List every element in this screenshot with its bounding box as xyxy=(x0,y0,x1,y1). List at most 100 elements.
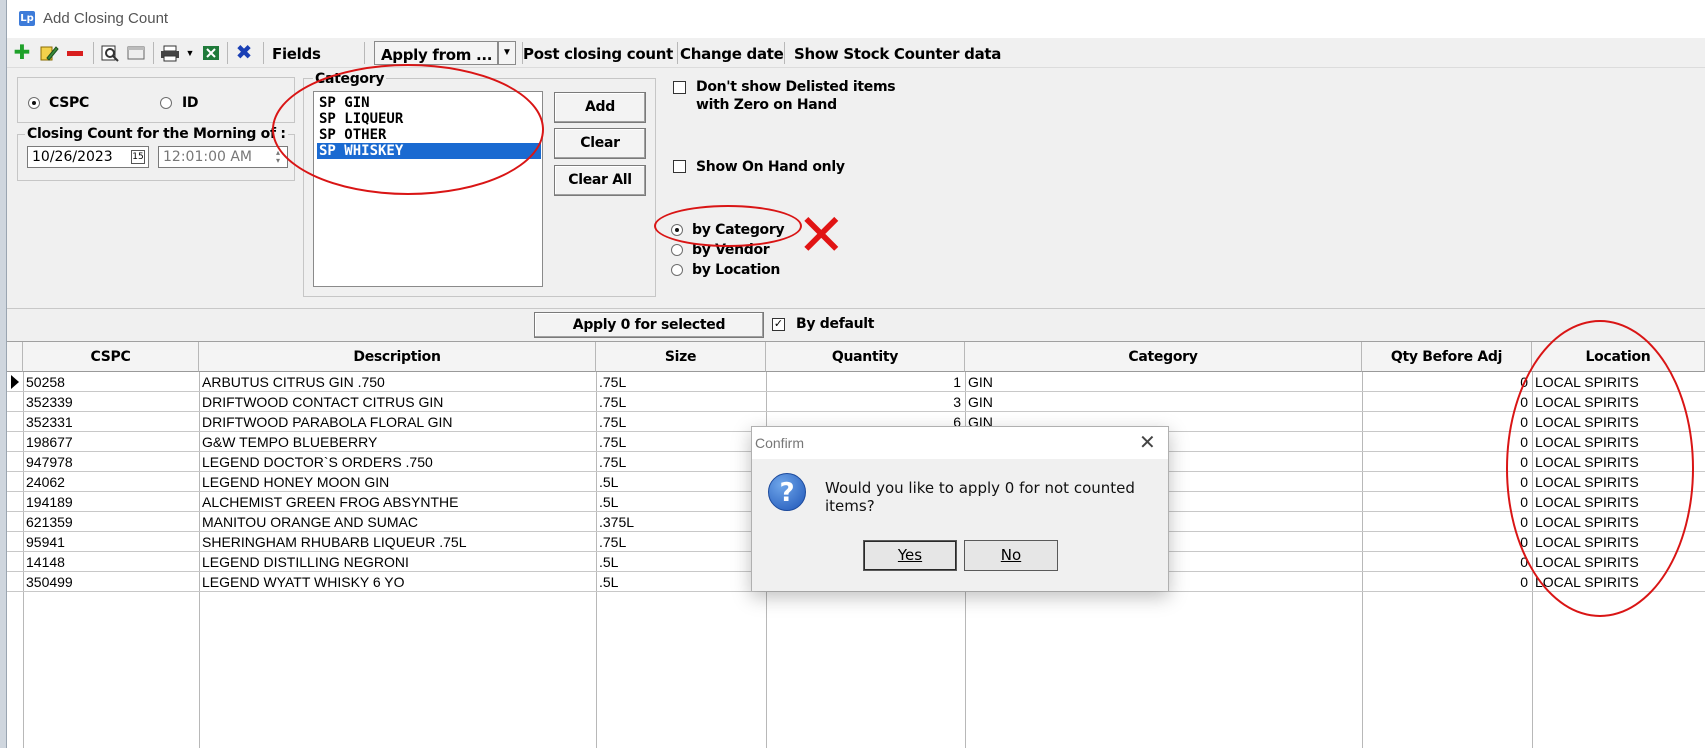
preview-icon[interactable] xyxy=(100,44,120,62)
by-location-radio[interactable] xyxy=(671,264,683,276)
toolbar: ✚ ▼ ✖ Fields Apply from ... ▼ Post closi… xyxy=(7,38,1705,68)
table-cell-qty-before[interactable]: 0 xyxy=(1362,532,1532,552)
table-cell-description[interactable]: DRIFTWOOD CONTACT CITRUS GIN xyxy=(199,392,596,412)
column-header-category[interactable]: Category xyxy=(965,342,1362,372)
annotation-x-mark: ✕ xyxy=(797,201,846,269)
fields-button[interactable]: Fields xyxy=(272,45,321,63)
table-cell-size[interactable]: .5L xyxy=(596,552,766,572)
time-input[interactable]: 12:01:00 AM ▴ ▾ xyxy=(158,146,288,168)
dialog-title: Confirm xyxy=(755,435,805,451)
change-date-button[interactable]: Change date xyxy=(680,45,784,63)
table-cell-description[interactable]: LEGEND HONEY MOON GIN xyxy=(199,472,596,492)
edit-icon[interactable] xyxy=(39,44,59,62)
dont-show-delisted-checkbox[interactable] xyxy=(673,81,686,94)
id-label: ID xyxy=(182,95,199,111)
table-row[interactable]: 352339 DRIFTWOOD CONTACT CITRUS GIN .75L 3 G… xyxy=(7,392,1705,412)
show-on-hand-checkbox[interactable] xyxy=(673,160,686,173)
chevron-down-icon: ▼ xyxy=(502,47,512,58)
table-cell-qty-before[interactable]: 0 xyxy=(1362,392,1532,412)
by-location-label: by Location xyxy=(692,262,781,278)
close-icon[interactable]: ✕ xyxy=(1139,430,1156,455)
window-icon[interactable] xyxy=(126,44,146,62)
table-cell-description[interactable]: LEGEND DISTILLING NEGRONI xyxy=(199,552,596,572)
table-cell-cspc[interactable]: 95941 xyxy=(23,532,199,552)
yes-button[interactable]: Yes xyxy=(863,540,957,571)
table-cell-qty-before[interactable]: 0 xyxy=(1362,492,1532,512)
column-header-cspc[interactable]: CSPC xyxy=(23,342,199,372)
table-cell-cspc[interactable]: 947978 xyxy=(23,452,199,472)
table-cell-quantity[interactable]: 1 xyxy=(766,372,965,392)
table-cell-category[interactable]: GIN xyxy=(965,372,1362,392)
table-cell-description[interactable]: ARBUTUS CITRUS GIN .750 xyxy=(199,372,596,392)
cspc-label: CSPC xyxy=(49,95,89,111)
table-cell-cspc[interactable]: 50258 xyxy=(23,372,199,392)
table-cell-size[interactable]: .75L xyxy=(596,412,766,432)
table-cell-size[interactable]: .75L xyxy=(596,532,766,552)
table-row[interactable]: 50258 ARBUTUS CITRUS GIN .750.75L 1 GIN 0 LOC… xyxy=(7,372,1705,392)
no-button[interactable]: No xyxy=(964,540,1058,571)
table-cell-size[interactable]: .5L xyxy=(596,472,766,492)
confirm-dialog: Confirm ✕ ? Would you like to apply 0 fo… xyxy=(751,426,1169,591)
id-radio[interactable] xyxy=(160,97,172,109)
table-cell-description[interactable]: DRIFTWOOD PARABOLA FLORAL GIN xyxy=(199,412,596,432)
table-cell-quantity[interactable]: 3 xyxy=(766,392,965,412)
excel-icon[interactable] xyxy=(201,44,221,62)
table-cell-cspc[interactable]: 352339 xyxy=(23,392,199,412)
closing-count-label: Closing Count for the Morning of : xyxy=(25,126,288,142)
table-cell-description[interactable]: LEGEND WYATT WHISKY 6 YO xyxy=(199,572,596,592)
table-cell-description[interactable]: LEGEND DOCTOR`S ORDERS .750 xyxy=(199,452,596,472)
table-cell-qty-before[interactable]: 0 xyxy=(1362,552,1532,572)
table-cell-size[interactable]: .75L xyxy=(596,452,766,472)
add-icon[interactable]: ✚ xyxy=(12,43,32,63)
calendar-icon[interactable]: 15 xyxy=(131,150,145,164)
table-cell-cspc[interactable]: 198677 xyxy=(23,432,199,452)
table-cell-qty-before[interactable]: 0 xyxy=(1362,372,1532,392)
column-header-quantity[interactable]: Quantity xyxy=(766,342,965,372)
table-cell-description[interactable]: ALCHEMIST GREEN FROG ABSYNTHE xyxy=(199,492,596,512)
table-cell-qty-before[interactable]: 0 xyxy=(1362,412,1532,432)
table-cell-size[interactable]: .5L xyxy=(596,572,766,592)
table-cell-description[interactable]: G&W TEMPO BLUEBERRY xyxy=(199,432,596,452)
add-button[interactable]: Add xyxy=(554,92,646,123)
question-icon: ? xyxy=(768,473,806,511)
delete-icon[interactable] xyxy=(65,44,85,62)
table-cell-cspc[interactable]: 194189 xyxy=(23,492,199,512)
table-cell-size[interactable]: .75L xyxy=(596,372,766,392)
cspc-radio[interactable] xyxy=(28,97,40,109)
annotation-ellipse-by-category xyxy=(654,205,802,247)
table-cell-size[interactable]: .375L xyxy=(596,512,766,532)
column-header-description[interactable]: Description xyxy=(199,342,596,372)
table-cell-size[interactable]: .5L xyxy=(596,492,766,512)
table-cell-category[interactable]: GIN xyxy=(965,392,1362,412)
post-closing-count-button[interactable]: Post closing count xyxy=(523,45,673,63)
table-cell-cspc[interactable]: 24062 xyxy=(23,472,199,492)
clear-all-button[interactable]: Clear All xyxy=(554,165,646,196)
chevron-down-icon[interactable]: ▼ xyxy=(180,44,200,62)
table-cell-cspc[interactable]: 350499 xyxy=(23,572,199,592)
table-cell-size[interactable]: .75L xyxy=(596,432,766,452)
column-header-qty-before-adj[interactable]: Qty Before Adj xyxy=(1362,342,1532,372)
table-cell-cspc[interactable]: 621359 xyxy=(23,512,199,532)
table-cell-size[interactable]: .75L xyxy=(596,392,766,412)
apply-from-button[interactable]: Apply from ... xyxy=(374,41,498,65)
table-cell-qty-before[interactable]: 0 xyxy=(1362,512,1532,532)
apply-from-dropdown[interactable]: ▼ xyxy=(498,41,516,65)
close-x-icon[interactable]: ✖ xyxy=(234,43,254,63)
show-stock-counter-button[interactable]: Show Stock Counter data xyxy=(794,45,1001,63)
column-header-size[interactable]: Size xyxy=(596,342,766,372)
date-input[interactable]: 10/26/2023 15 xyxy=(27,146,149,168)
by-default-checkbox[interactable]: ✓ xyxy=(772,318,785,331)
dont-show-delisted-label: Don't show Delisted items xyxy=(696,79,896,95)
table-cell-description[interactable]: SHERINGHAM RHUBARB LIQUEUR .75L xyxy=(199,532,596,552)
table-cell-cspc[interactable]: 352331 xyxy=(23,412,199,432)
by-vendor-radio[interactable] xyxy=(671,244,683,256)
print-icon[interactable] xyxy=(160,44,180,62)
show-on-hand-label: Show On Hand only xyxy=(696,159,845,175)
table-cell-cspc[interactable]: 14148 xyxy=(23,552,199,572)
clear-button[interactable]: Clear xyxy=(554,128,646,159)
apply-zero-button[interactable]: Apply 0 for selected categories xyxy=(534,312,764,357)
table-cell-qty-before[interactable]: 0 xyxy=(1362,572,1532,592)
current-row-indicator-icon xyxy=(11,375,19,389)
table-cell-description[interactable]: MANITOU ORANGE AND SUMAC xyxy=(199,512,596,532)
dialog-message: Would you like to apply 0 for not counte… xyxy=(825,479,1135,515)
